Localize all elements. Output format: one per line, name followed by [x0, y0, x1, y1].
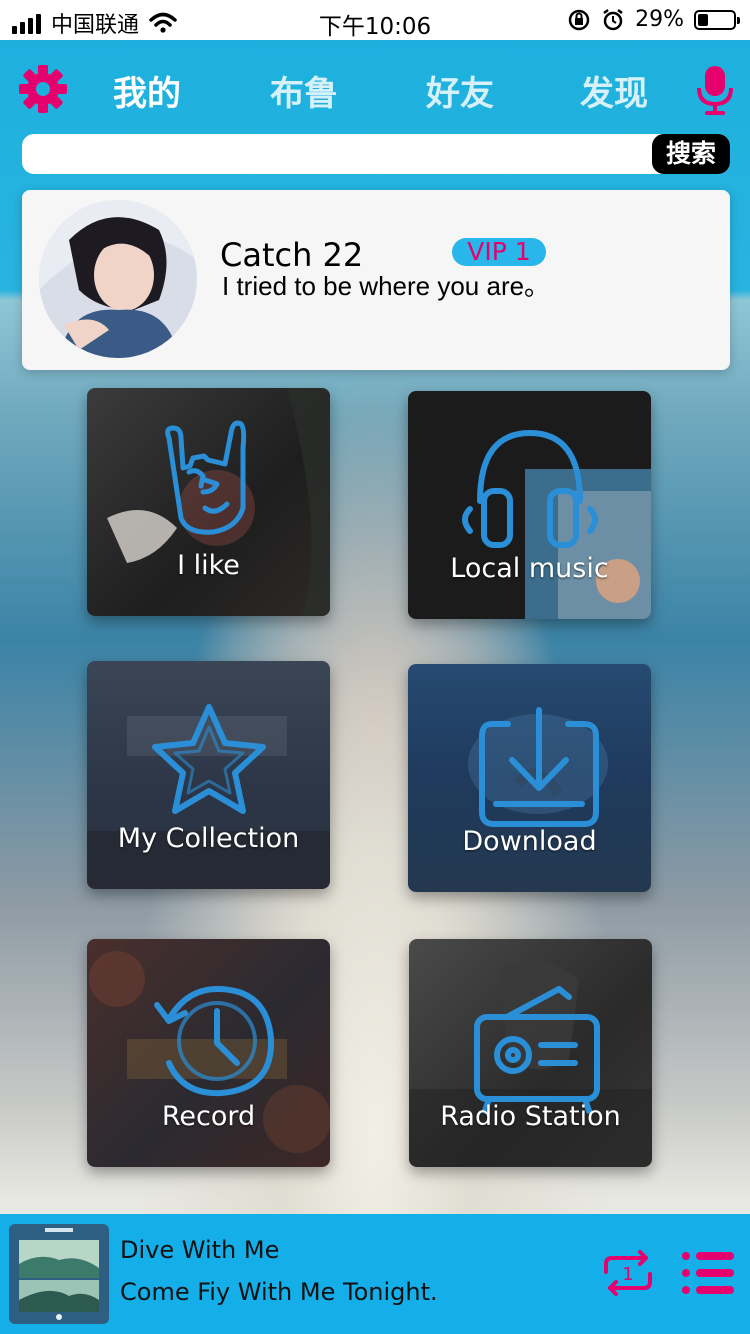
- avatar[interactable]: [39, 200, 197, 358]
- headphones-icon: [462, 429, 598, 548]
- tile-label: Radio Station: [440, 1101, 621, 1132]
- repeat-one-icon[interactable]: 1: [600, 1248, 656, 1298]
- tile-label: Record: [161, 1101, 256, 1132]
- download-icon: [479, 707, 599, 827]
- rock-hand-icon: [165, 420, 247, 535]
- tab-mine[interactable]: 我的: [113, 66, 181, 115]
- profile-card[interactable]: Catch 22 VIP 1 I tried to be where you a…: [22, 190, 730, 370]
- alarm-icon: [603, 8, 623, 30]
- gear-icon[interactable]: [18, 64, 68, 114]
- tile-label: Download: [462, 826, 597, 857]
- song-title: Dive With Me: [120, 1236, 280, 1264]
- tile-local-music[interactable]: Local music: [408, 391, 651, 619]
- mini-player[interactable]: Dive With Me Come Fiy With Me Tonight. 1: [0, 1214, 750, 1334]
- top-nav: 我的 布鲁 好友 发现: [0, 40, 750, 135]
- search-bar: 搜索: [22, 134, 730, 176]
- playlist-icon[interactable]: [680, 1248, 734, 1298]
- radio-icon: [474, 986, 600, 1114]
- search-button[interactable]: 搜索: [652, 134, 730, 174]
- microphone-icon[interactable]: [695, 64, 735, 116]
- history-clock-icon: [154, 986, 275, 1097]
- user-motto: I tried to be where you are。: [222, 271, 551, 301]
- battery-icon: [694, 9, 740, 30]
- tab-discover[interactable]: 发现: [580, 66, 648, 115]
- song-subtitle: Come Fiy With Me Tonight.: [120, 1278, 438, 1306]
- status-bar: 中国联通 下午10:06 29%: [0, 0, 750, 40]
- tile-label: My Collection: [117, 823, 300, 854]
- tile-label: I like: [177, 550, 240, 581]
- album-cover[interactable]: [9, 1224, 109, 1324]
- tile-record[interactable]: Record: [87, 939, 330, 1167]
- tile-label: Local music: [450, 553, 609, 584]
- search-input[interactable]: [36, 134, 640, 176]
- tile-radio-station[interactable]: Radio Station: [409, 939, 652, 1167]
- battery-percent: 29%: [635, 7, 684, 32]
- tile-my-collection[interactable]: My Collection: [87, 661, 330, 889]
- star-icon: [152, 704, 266, 814]
- rotation-lock-icon: [568, 9, 590, 30]
- tile-download[interactable]: Download: [408, 664, 651, 892]
- vip-badge: VIP 1: [452, 238, 546, 266]
- tab-friends[interactable]: 好友: [426, 66, 494, 115]
- repeat-count: 1: [622, 1264, 633, 1285]
- tab-bulu[interactable]: 布鲁: [270, 66, 338, 115]
- tile-i-like[interactable]: I like: [87, 388, 330, 616]
